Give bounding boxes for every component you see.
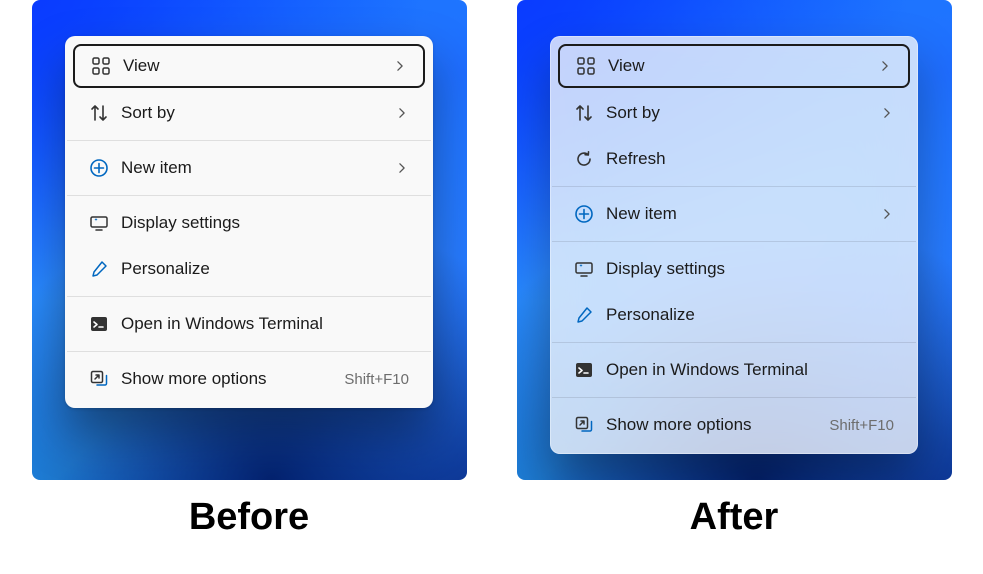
terminal-icon [574, 360, 602, 380]
after-panel: View Sort by Refresh New item Display settin… [517, 0, 952, 539]
menu-item-label: Sort by [121, 103, 395, 123]
menu-item-label: Open in Windows Terminal [121, 314, 409, 334]
menu-item-shortcut: Shift+F10 [829, 417, 894, 434]
before-screenshot: View Sort by New item Display settings Perso… [32, 0, 467, 480]
menu-item-sort-by[interactable]: Sort by [556, 90, 912, 136]
menu-separator [67, 296, 431, 297]
menu-item-label: Personalize [606, 305, 894, 325]
menu-separator [67, 140, 431, 141]
after-screenshot: View Sort by Refresh New item Display settin… [517, 0, 952, 480]
menu-item-show-more-options[interactable]: Show more optionsShift+F10 [556, 402, 912, 448]
comparison-container: View Sort by New item Display settings Perso… [0, 0, 983, 539]
menu-item-display-settings[interactable]: Display settings [556, 246, 912, 292]
menu-item-personalize[interactable]: Personalize [71, 246, 427, 292]
menu-item-personalize[interactable]: Personalize [556, 292, 912, 338]
before-panel: View Sort by New item Display settings Perso… [32, 0, 467, 539]
chevron-right-icon [878, 59, 892, 73]
menu-item-label: View [608, 56, 878, 76]
sort-icon [89, 103, 117, 123]
menu-separator [67, 351, 431, 352]
menu-separator [67, 195, 431, 196]
before-caption: Before [189, 496, 309, 539]
menu-item-label: Refresh [606, 149, 894, 169]
menu-item-label: Personalize [121, 259, 409, 279]
menu-item-new-item[interactable]: New item [556, 191, 912, 237]
menu-item-open-in-windows-terminal[interactable]: Open in Windows Terminal [71, 301, 427, 347]
menu-item-label: New item [606, 204, 880, 224]
brush-icon [89, 259, 117, 279]
sort-icon [574, 103, 602, 123]
newitem-icon [89, 158, 117, 178]
chevron-right-icon [880, 207, 894, 221]
brush-icon [574, 305, 602, 325]
grid-icon [576, 56, 604, 76]
menu-item-label: Show more options [606, 415, 829, 435]
display-icon [574, 259, 602, 279]
menu-separator [552, 241, 916, 242]
menu-separator [552, 342, 916, 343]
chevron-right-icon [880, 106, 894, 120]
showmore-icon [574, 415, 602, 435]
refresh-icon [574, 149, 602, 169]
menu-item-new-item[interactable]: New item [71, 145, 427, 191]
menu-item-label: Open in Windows Terminal [606, 360, 894, 380]
menu-item-label: Sort by [606, 103, 880, 123]
display-icon [89, 213, 117, 233]
showmore-icon [89, 369, 117, 389]
menu-item-view[interactable]: View [558, 44, 910, 88]
terminal-icon [89, 314, 117, 334]
menu-item-label: Display settings [606, 259, 894, 279]
chevron-right-icon [395, 161, 409, 175]
menu-item-label: New item [121, 158, 395, 178]
menu-item-label: Display settings [121, 213, 409, 233]
menu-separator [552, 186, 916, 187]
chevron-right-icon [393, 59, 407, 73]
menu-item-view[interactable]: View [73, 44, 425, 88]
menu-separator [552, 397, 916, 398]
grid-icon [91, 56, 119, 76]
menu-item-open-in-windows-terminal[interactable]: Open in Windows Terminal [556, 347, 912, 393]
menu-item-sort-by[interactable]: Sort by [71, 90, 427, 136]
menu-item-label: View [123, 56, 393, 76]
menu-item-label: Show more options [121, 369, 344, 389]
menu-item-show-more-options[interactable]: Show more optionsShift+F10 [71, 356, 427, 402]
context-menu-before: View Sort by New item Display settings Perso… [65, 36, 433, 408]
context-menu-after: View Sort by Refresh New item Display settin… [550, 36, 918, 454]
menu-item-display-settings[interactable]: Display settings [71, 200, 427, 246]
menu-item-shortcut: Shift+F10 [344, 371, 409, 388]
after-caption: After [690, 496, 779, 539]
menu-item-refresh[interactable]: Refresh [556, 136, 912, 182]
newitem-icon [574, 204, 602, 224]
chevron-right-icon [395, 106, 409, 120]
